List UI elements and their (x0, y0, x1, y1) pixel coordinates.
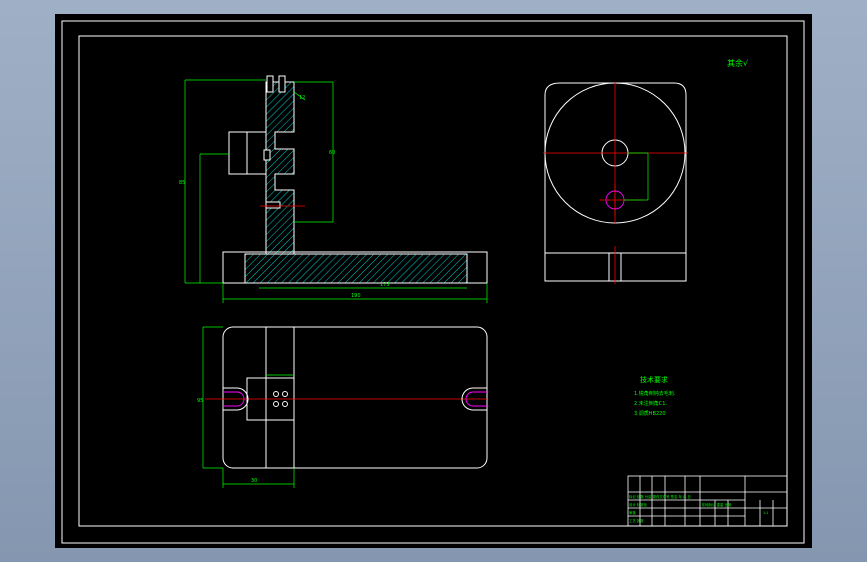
tech-req-title: 技术要求 (640, 375, 668, 384)
dim-total-height: 85 (179, 180, 185, 186)
title-block-stage: 阶段标记 重量 比例 (702, 502, 732, 507)
title-block-row-4: 工艺 批准 (629, 518, 644, 523)
tech-req-line-1: 1.锐角倒钝去毛刺. (634, 390, 676, 397)
side-outline (544, 82, 687, 282)
dim-overall-width: 190 (351, 293, 361, 299)
title-block-scale: 1:1 (763, 511, 768, 515)
dim-upright-height: 60 (329, 150, 335, 156)
cad-viewport[interactable]: 190 173 85 60 12 其余√ 95 30 技术要求 1.锐角倒钝去毛… (55, 14, 812, 548)
title-block (627, 475, 788, 527)
dim-top-view-bottom: 30 (251, 478, 257, 484)
top-outline (222, 326, 488, 469)
title-block-row-1: 标记 处数 分区 更改文件号 签名 年.月.日 (629, 494, 691, 499)
dim-base-length: 173 (380, 282, 390, 288)
tech-req-line-3: 3.调质HB220 (634, 410, 666, 417)
front-view: 190 173 85 60 12 (179, 75, 488, 303)
top-view: 95 30 (197, 326, 488, 488)
roughness-note: 其余√ (727, 58, 749, 68)
dim-top: 12 (299, 95, 305, 101)
tech-req-line-2: 2.未注倒角C1. (634, 400, 667, 407)
title-block-row-3: 审核 (629, 510, 636, 515)
title-block-row-2: 设计 标准化 (629, 502, 648, 507)
dim-top-view-height: 95 (197, 398, 203, 404)
drawing-canvas: 190 173 85 60 12 其余√ 95 30 技术要求 1.锐角倒钝去毛… (61, 20, 805, 544)
side-view (543, 82, 688, 284)
technical-requirements: 技术要求 1.锐角倒钝去毛刺. 2.未注倒角C1. 3.调质HB220 (634, 375, 676, 417)
base-section (244, 253, 468, 284)
upright-section (265, 81, 295, 255)
